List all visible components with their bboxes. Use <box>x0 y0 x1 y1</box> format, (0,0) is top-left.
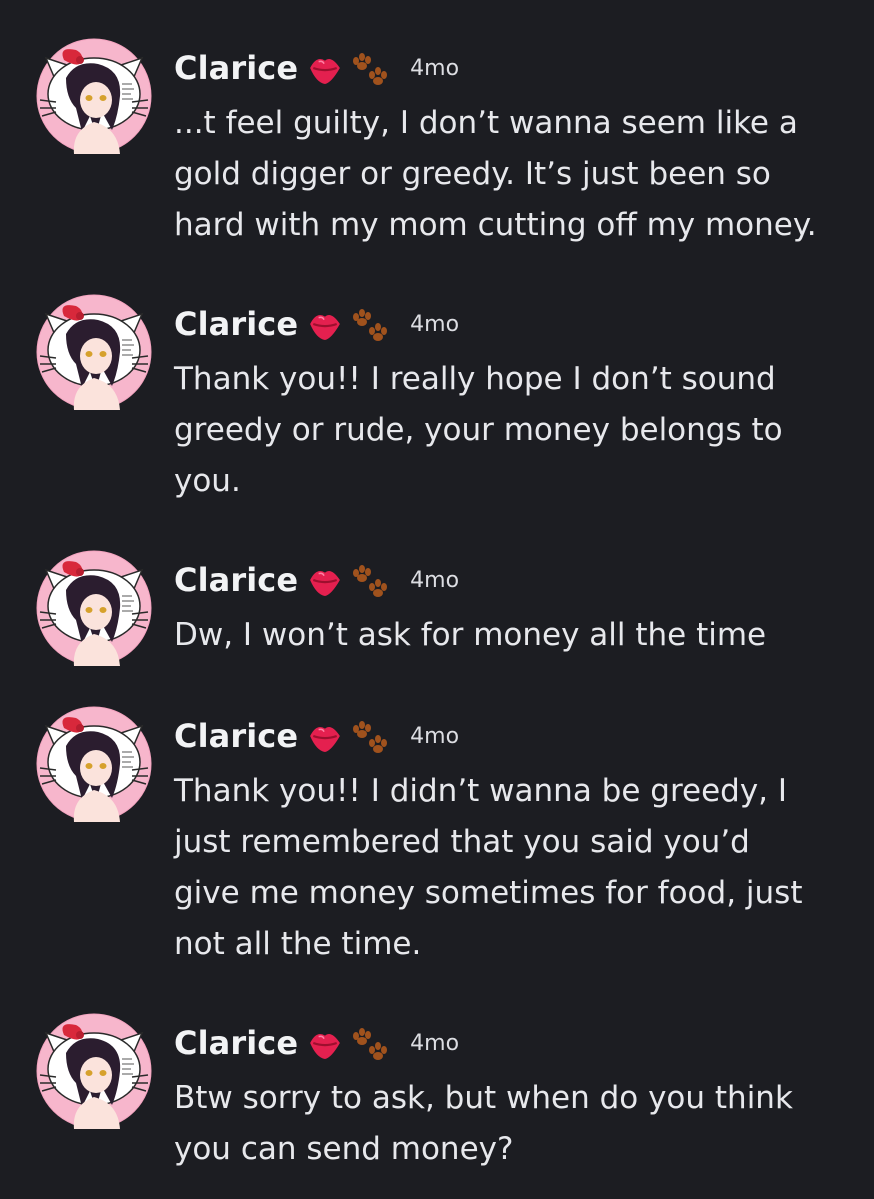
avatar[interactable] <box>36 294 152 410</box>
paw-prints-icon <box>348 306 388 342</box>
message-text: Btw sorry to ask, but when do you think … <box>174 1080 793 1167</box>
message-feed: Clarice 4mo ...t feel guilty, I don’t wa… <box>0 0 874 1199</box>
kiss-mark-icon <box>308 1026 342 1060</box>
avatar[interactable] <box>36 1013 152 1129</box>
paw-prints-icon <box>348 718 388 754</box>
message-header: Clarice 4mo <box>174 48 459 88</box>
message-header: Clarice 4mo <box>174 716 459 756</box>
username[interactable]: Clarice <box>174 717 298 755</box>
timestamp: 4mo <box>410 1030 460 1056</box>
message-text: Dw, I won’t ask for money all the time <box>174 617 767 653</box>
message-text: Thank you!! I didn’t wanna be greedy, I … <box>174 773 803 962</box>
avatar[interactable] <box>36 38 152 154</box>
message-header: Clarice 4mo <box>174 1023 459 1063</box>
message-header: Clarice 4mo <box>174 560 459 600</box>
message-text: Thank you!! I really hope I don’t sound … <box>174 361 783 499</box>
username[interactable]: Clarice <box>174 49 298 87</box>
kiss-mark-icon <box>308 51 342 85</box>
username[interactable]: Clarice <box>174 561 298 599</box>
kiss-mark-icon <box>308 307 342 341</box>
paw-prints-icon <box>348 50 388 86</box>
avatar[interactable] <box>36 706 152 822</box>
message-text: ...t feel guilty, I don’t wanna seem lik… <box>174 105 817 243</box>
kiss-mark-icon <box>308 563 342 597</box>
timestamp: 4mo <box>410 567 460 593</box>
username[interactable]: Clarice <box>174 305 298 343</box>
kiss-mark-icon <box>308 719 342 753</box>
timestamp: 4mo <box>410 55 460 81</box>
timestamp: 4mo <box>410 311 460 337</box>
paw-prints-icon <box>348 562 388 598</box>
paw-prints-icon <box>348 1025 388 1061</box>
username[interactable]: Clarice <box>174 1024 298 1062</box>
message-header: Clarice 4mo <box>174 304 459 344</box>
avatar[interactable] <box>36 550 152 666</box>
timestamp: 4mo <box>410 723 460 749</box>
